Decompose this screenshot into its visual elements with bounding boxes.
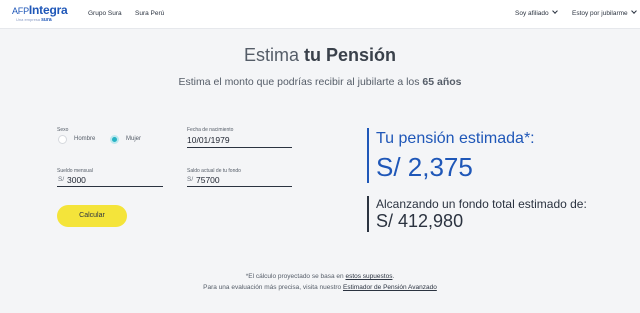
saldo-actual-input[interactable]: 75700	[196, 175, 220, 185]
fondo-accent-bar	[367, 196, 369, 232]
pension-accent-bar	[367, 128, 369, 183]
page-subtitle-age: 65 años	[422, 76, 462, 88]
saldo-actual-underline	[187, 186, 292, 187]
pension-estimada-label: Tu pensión estimada*:	[376, 130, 535, 148]
fondo-total-label: Alcanzando un fondo total estimado de:	[376, 197, 587, 211]
menu-jubilarme-label: Estoy por jubilarme	[572, 10, 628, 17]
logo-wordmark: AFPIntegra	[12, 3, 68, 17]
fondo-total-value: S/ 412,980	[376, 211, 464, 231]
assumptions-note-end: .	[392, 273, 395, 280]
page-subtitle-text: Estima el monto que podrías recibir al j…	[178, 76, 423, 88]
fecha-nacimiento-underline	[187, 147, 292, 148]
advanced-estimator-note: Para una evaluación más precisa, visita …	[0, 284, 640, 291]
assumptions-note: *El cálculo proyectado se basa en estos …	[0, 273, 640, 280]
nav-link-grupo-sura[interactable]: Grupo Sura	[88, 10, 122, 17]
pension-estimada-value: S/ 2,375	[376, 152, 473, 182]
assumptions-note-text: *El cálculo proyectado se basa en	[245, 273, 346, 280]
fecha-nacimiento-input[interactable]: 10/01/1979	[187, 135, 230, 145]
pension-estimada-asterisk: *:	[523, 130, 535, 147]
saldo-actual-label: Saldo actual de tu fondo	[187, 168, 241, 174]
logo-tagline: Una empresa sura	[16, 17, 52, 23]
logo-brand: sura	[41, 17, 52, 23]
nav-link-sura-peru[interactable]: Sura Perú	[135, 10, 164, 17]
pension-estimada-text: Tu pensión estimada	[376, 130, 524, 147]
sueldo-mensual-underline	[57, 186, 163, 187]
menu-soy-afiliado[interactable]: Soy afiliado	[515, 8, 558, 17]
radio-mujer-label[interactable]: Mujer	[126, 136, 141, 142]
sueldo-currency-prefix: S/	[58, 176, 65, 183]
logo-tagline-text: Una empresa	[16, 17, 41, 22]
fecha-nacimiento-label: Fecha de nacimiento	[187, 127, 234, 133]
advanced-estimator-note-text: Para una evaluación más precisa, visita …	[203, 284, 343, 291]
menu-soy-afiliado-label: Soy afiliado	[515, 10, 549, 17]
saldo-currency-prefix: S/	[187, 176, 194, 183]
chevron-down-icon	[630, 8, 637, 14]
afp-integra-logo[interactable]: AFPIntegra Una empresa sura	[12, 3, 68, 23]
menu-estoy-por-jubilarme[interactable]: Estoy por jubilarme	[572, 8, 637, 17]
chevron-down-icon	[551, 8, 558, 14]
logo-prefix: AFP	[12, 6, 29, 16]
page-title: Estima tu Pensión	[0, 45, 640, 66]
logo-name: Integra	[28, 3, 68, 17]
sueldo-mensual-input[interactable]: 3000	[67, 175, 86, 185]
page-title-light: Estima	[243, 45, 304, 65]
page-subtitle: Estima el monto que podrías recibir al j…	[0, 76, 640, 88]
sexo-label: Sexo	[57, 127, 69, 133]
radio-hombre-label[interactable]: Hombre	[74, 136, 95, 142]
calcular-button[interactable]: Calcular	[57, 205, 127, 227]
estos-supuestos-link[interactable]: estos supuestos	[345, 273, 392, 280]
page-title-bold: tu Pensión	[304, 45, 397, 65]
estimador-avanzado-link[interactable]: Estimador de Pensión Avanzado	[343, 284, 437, 291]
radio-hombre[interactable]	[58, 135, 67, 144]
sueldo-mensual-label: Sueldo mensual	[57, 168, 93, 174]
top-navigation-bar: AFPIntegra Una empresa sura Grupo Sura S…	[0, 0, 640, 29]
radio-mujer[interactable]	[110, 135, 119, 144]
